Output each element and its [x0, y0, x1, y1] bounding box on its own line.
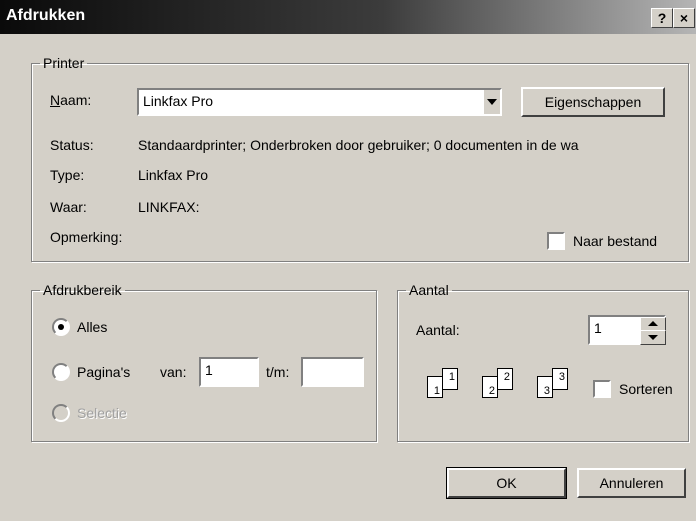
- collate-page-2-front: 2: [482, 376, 498, 398]
- help-button[interactable]: ?: [651, 8, 673, 28]
- status-label: Status:: [50, 137, 94, 153]
- type-value: Linkfax Pro: [138, 167, 209, 183]
- where-value: LINKFAX:: [138, 199, 200, 215]
- print-dialog: Afdrukken ? × Printer Naam: Linkfax Pro …: [0, 0, 696, 521]
- status-value: Standaardprinter; Onderbroken door gebru…: [138, 137, 579, 153]
- dialog-title: Afdrukken: [6, 7, 86, 24]
- print-to-file-checkbox[interactable]: [547, 232, 565, 250]
- collate-page-2-back: 2: [497, 368, 513, 390]
- printer-name-value: Linkfax Pro: [143, 93, 214, 109]
- dropdown-arrow-icon[interactable]: [482, 90, 500, 114]
- range-to-label: t/m:: [266, 364, 290, 380]
- printer-name-select[interactable]: Linkfax Pro: [137, 88, 502, 116]
- comment-label: Opmerking:: [50, 229, 123, 245]
- collate-checkbox[interactable]: [593, 380, 611, 398]
- range-selection-label: Selectie: [77, 405, 127, 421]
- collate-page-1-front: 1: [427, 376, 443, 398]
- collate-page-3-front: 3: [537, 376, 553, 398]
- printer-group-label: Printer: [43, 55, 85, 71]
- spin-down-button[interactable]: [640, 330, 666, 345]
- range-all-label[interactable]: Alles: [77, 319, 107, 335]
- range-pages-radio[interactable]: [52, 363, 70, 381]
- title-bar[interactable]: Afdrukken ? ×: [0, 0, 696, 34]
- where-label: Waar:: [50, 199, 87, 215]
- copies-count-value: 1: [594, 320, 602, 336]
- printer-name-label: Naam:: [50, 92, 92, 108]
- collate-page-1-back: 1: [442, 368, 458, 390]
- print-range-group-label: Afdrukbereik: [43, 282, 122, 298]
- copies-group-label: Aantal: [409, 282, 449, 298]
- range-all-radio[interactable]: [52, 318, 70, 336]
- cancel-button[interactable]: Annuleren: [577, 468, 686, 498]
- spin-down-icon: [648, 335, 658, 340]
- range-from-input[interactable]: 1: [199, 357, 259, 387]
- ok-button[interactable]: OK: [446, 467, 567, 499]
- type-label: Type:: [50, 167, 85, 183]
- close-button[interactable]: ×: [673, 8, 695, 28]
- collate-label[interactable]: Sorteren: [619, 381, 673, 397]
- copies-count-label: Aantal:: [416, 322, 460, 338]
- spin-up-icon: [648, 321, 658, 326]
- range-selection-radio[interactable]: [52, 404, 70, 422]
- range-from-label: van:: [160, 364, 187, 380]
- properties-button[interactable]: Eigenschappen: [521, 87, 665, 117]
- copies-group: Aantal: [397, 282, 689, 442]
- collate-page-3-back: 3: [552, 368, 568, 390]
- range-to-input[interactable]: [301, 357, 364, 387]
- print-to-file-label[interactable]: Naar bestand: [573, 233, 657, 249]
- range-pages-label[interactable]: Pagina's: [77, 364, 130, 380]
